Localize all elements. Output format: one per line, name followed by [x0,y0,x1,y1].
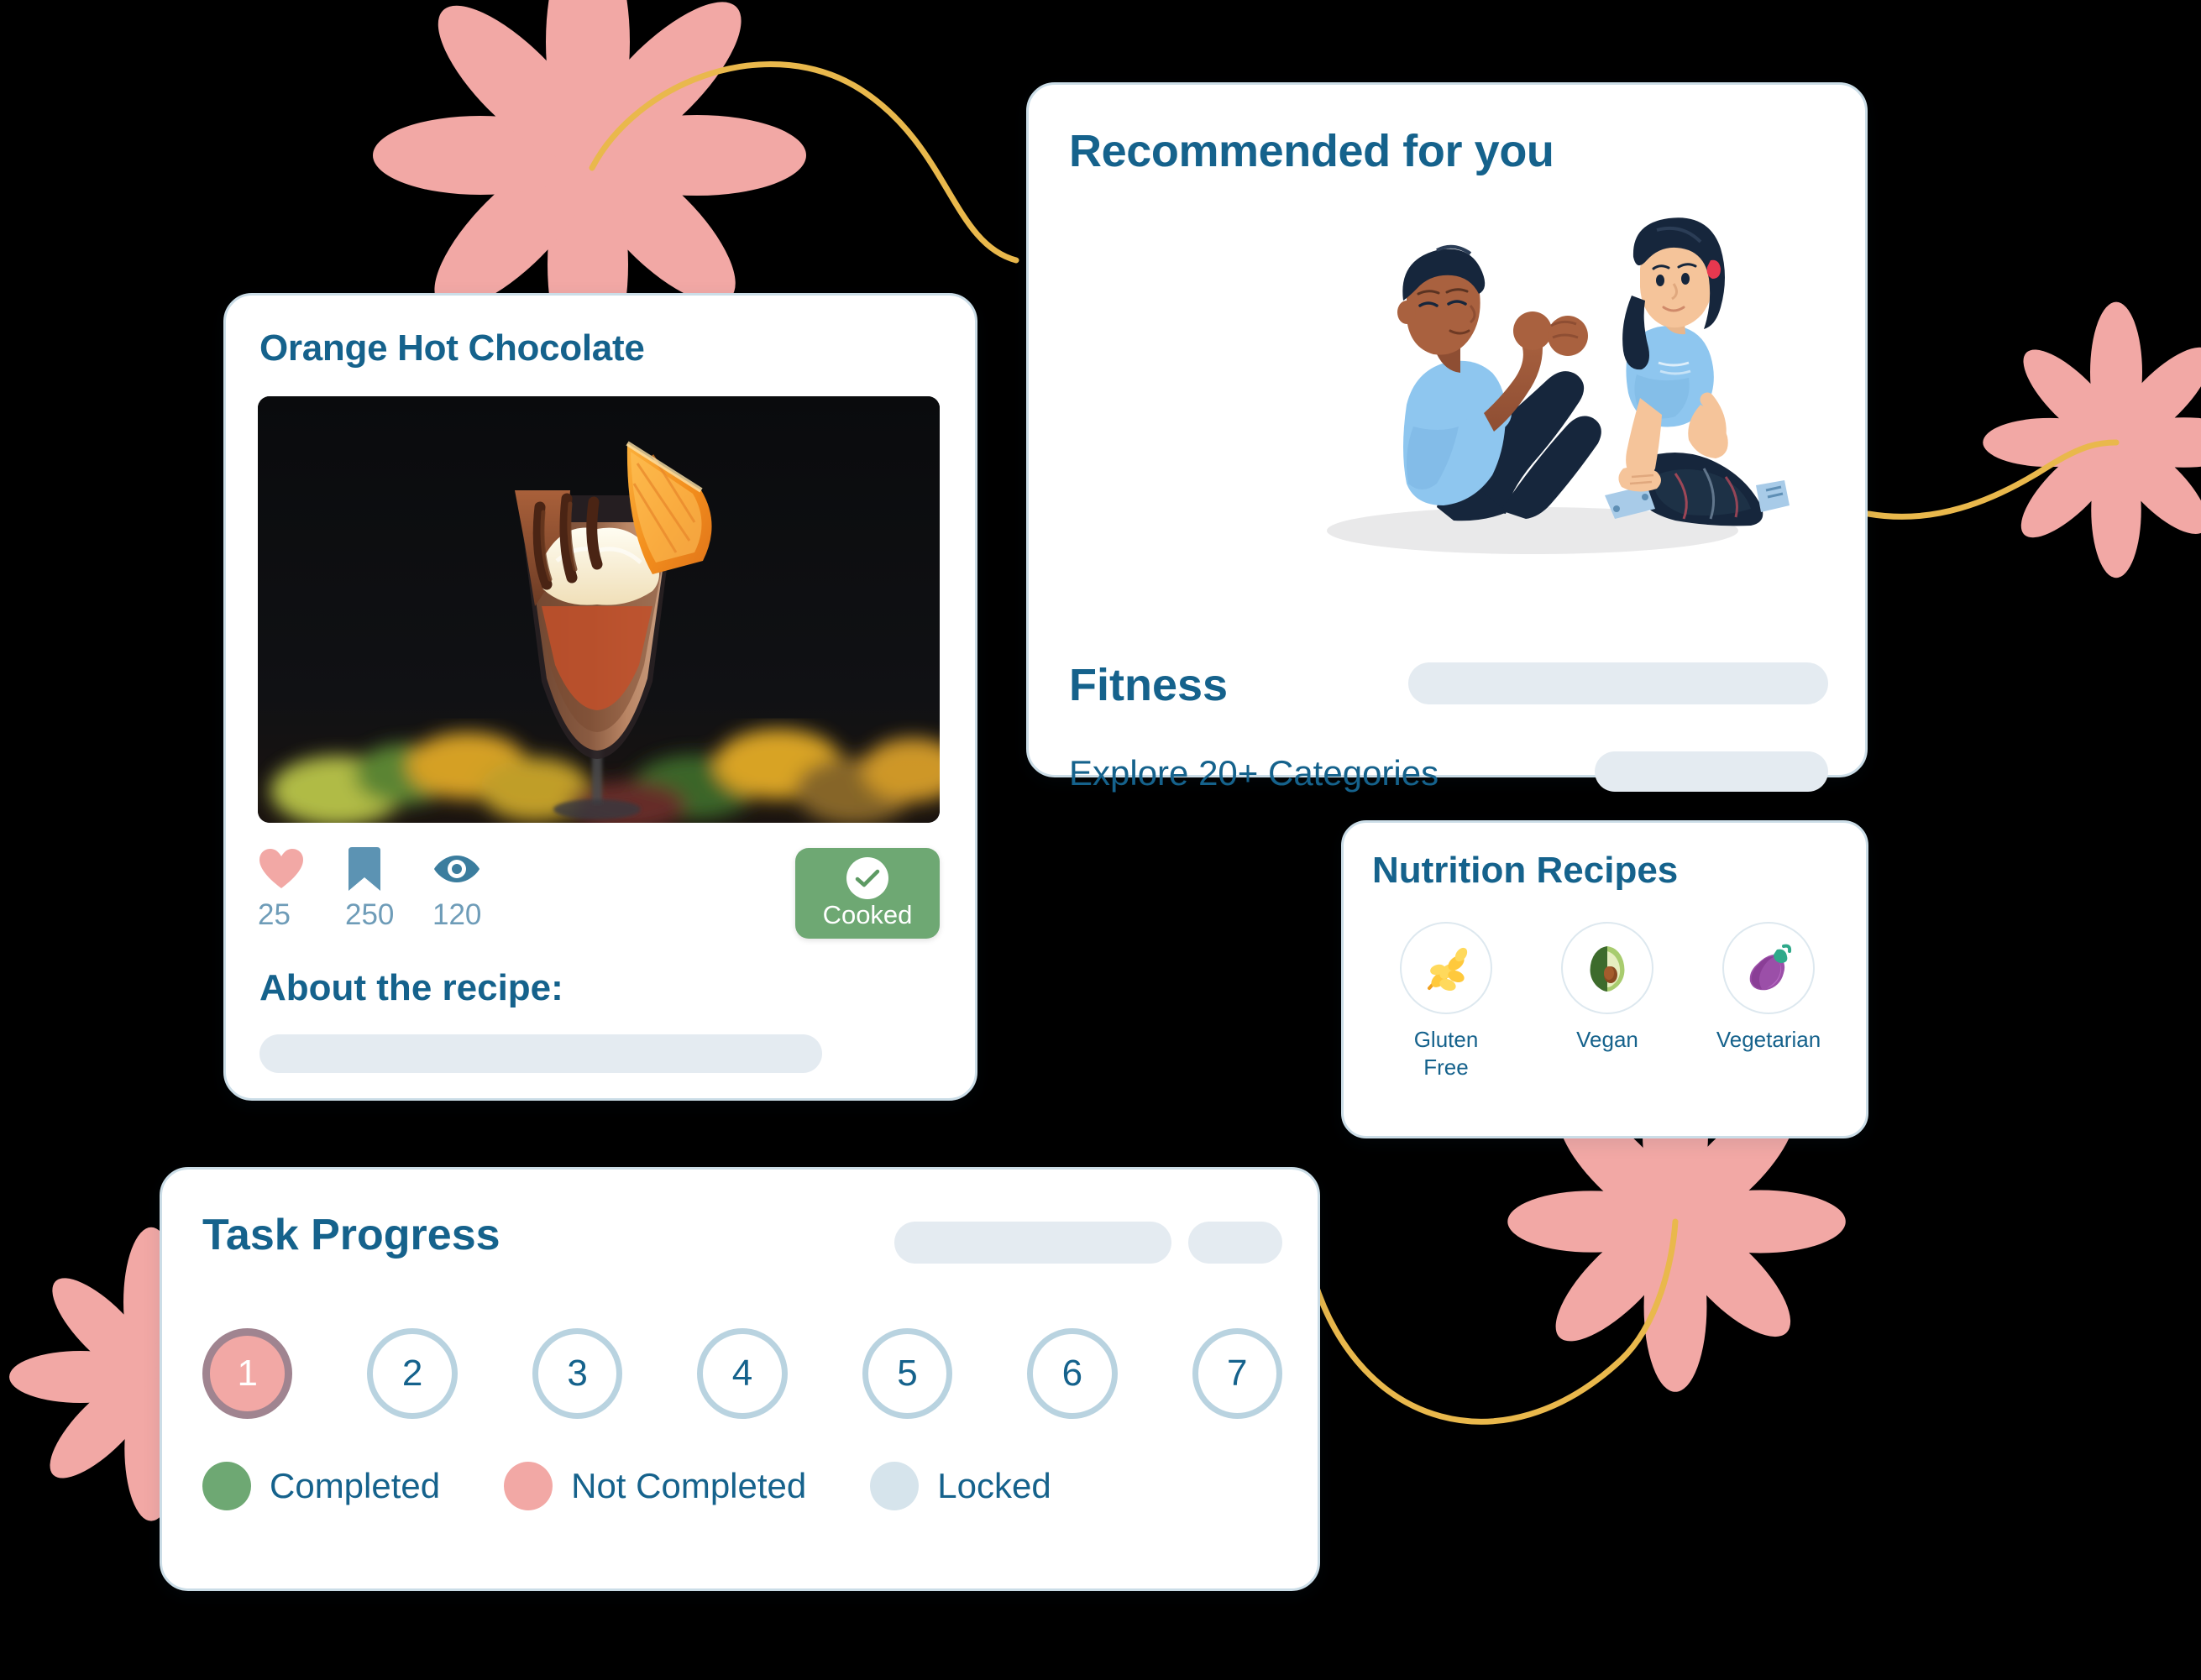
nutrition-label-vegan: Vegan [1576,1027,1638,1052]
nutrition-label-vegetarian: Vegetarian [1716,1027,1821,1052]
eye-icon [432,843,481,895]
nutrition-item-vegan[interactable]: Vegan [1537,922,1678,1054]
canvas: Orange Hot Chocolate 25 250 120 Cooked A… [0,0,2201,1680]
legend-item-completed: Completed [202,1462,440,1510]
nutrition-items: Gluten Free Vegan Vegetarian [1365,922,1849,1081]
nutrition-recipes-card: Nutrition Recipes Gluten Free Vegan Vege… [1341,820,1868,1138]
task-progress-card: Task Progress 1 2 3 4 5 6 7 Completed No… [160,1167,1320,1591]
task-legend: Completed Not Completed Locked [202,1462,1051,1510]
eggplant-icon [1722,922,1815,1014]
legend-label-not-completed: Not Completed [571,1466,807,1505]
legend-label-locked: Locked [937,1466,1051,1505]
task-steps-row: 1 2 3 4 5 6 7 [202,1322,1282,1425]
fitness-label: Fitness [1069,660,1229,710]
categories-skeleton [1595,751,1828,792]
legend-dot-not-completed [504,1462,553,1510]
recipe-title: Orange Hot Chocolate [259,327,645,369]
saves-stat[interactable]: 250 [345,843,394,932]
bookmark-icon [345,843,394,895]
task-step-1[interactable]: 1 [202,1328,293,1419]
recommended-title: Recommended for you [1069,126,1554,176]
fitness-illustration [1281,207,1810,559]
cooked-button[interactable]: Cooked [795,848,940,939]
legend-item-locked: Locked [870,1462,1051,1510]
about-recipe-skeleton [259,1034,822,1073]
saves-count: 250 [345,898,395,931]
top-vine [589,61,1019,264]
right-vine [1865,439,2120,520]
task-step-2[interactable]: 2 [367,1328,458,1419]
likes-stat[interactable]: 25 [258,843,305,932]
about-recipe-heading: About the recipe: [259,967,563,1008]
check-circle-icon [846,856,888,899]
wheat-icon [1400,922,1492,1014]
recipe-stats-row: 25 250 120 Cooked [258,843,940,952]
heart-icon [258,843,305,895]
legend-dot-completed [202,1462,251,1510]
avocado-icon [1561,922,1653,1014]
likes-count: 25 [258,898,291,931]
task-step-5[interactable]: 5 [862,1328,953,1419]
task-skeleton-wide [894,1222,1171,1264]
nutrition-item-vegetarian[interactable]: Vegetarian [1698,922,1839,1054]
categories-row[interactable]: Explore 20+ Categories [1069,748,1830,798]
recipe-photo [258,396,940,823]
right-edge-flower [1983,301,2201,578]
task-step-7[interactable]: 7 [1192,1328,1282,1419]
views-count: 120 [432,898,482,931]
categories-label: Explore 20+ Categories [1069,753,1439,793]
nutrition-title: Nutrition Recipes [1372,850,1679,891]
nutrition-item-gluten-free[interactable]: Gluten Free [1376,922,1517,1081]
task-progress-title: Task Progress [202,1211,500,1259]
bottom-vine [1311,1218,1679,1425]
recipe-card: Orange Hot Chocolate 25 250 120 Cooked A… [223,293,977,1101]
task-step-6[interactable]: 6 [1027,1328,1118,1419]
recommended-card: Recommended for you Fitness Explore 20+ … [1026,82,1868,793]
legend-label-completed: Completed [270,1466,441,1505]
cooked-button-label: Cooked [822,899,913,929]
nutrition-label-gluten-free: Gluten Free [1413,1027,1479,1080]
task-skeleton-small [1188,1222,1282,1264]
fitness-skeleton [1408,662,1828,704]
legend-dot-locked [870,1462,920,1510]
fitness-row: Fitness [1069,656,1830,714]
task-step-4[interactable]: 4 [697,1328,788,1419]
views-stat[interactable]: 120 [432,843,481,932]
task-step-3[interactable]: 3 [532,1328,623,1419]
legend-item-not-completed: Not Completed [504,1462,806,1510]
